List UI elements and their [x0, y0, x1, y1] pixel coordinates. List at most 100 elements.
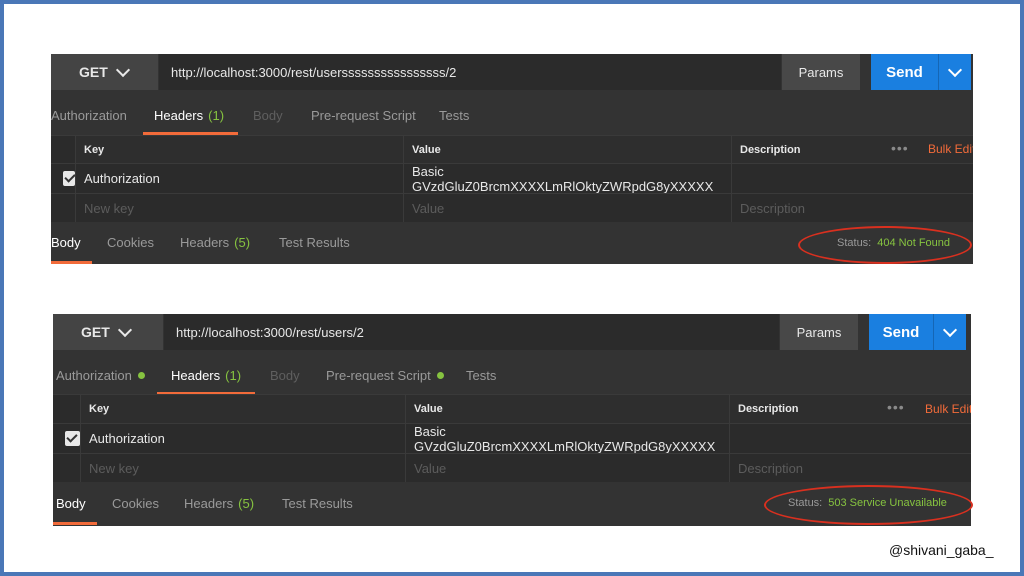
status-dot-icon	[137, 371, 145, 379]
column-value: Value	[403, 136, 731, 163]
method-label: GET	[81, 324, 110, 340]
tab-label: Cookies	[112, 495, 159, 511]
tab-label: Headers	[180, 234, 230, 250]
tab-cookies[interactable]: Cookies	[107, 222, 154, 262]
tab-label: Headers	[171, 367, 221, 383]
chevron-down-icon	[117, 322, 132, 337]
row-checkbox-cell	[51, 194, 75, 222]
send-button[interactable]: Send	[871, 54, 971, 90]
tab-label: Body	[56, 495, 86, 511]
tab-label: Pre-request Script	[311, 107, 416, 123]
chevron-down-icon	[947, 62, 963, 77]
tab-pre-request-script[interactable]: Pre-request Script	[311, 95, 416, 135]
tab-label: Body	[51, 234, 81, 250]
tab-label: Authorization	[56, 367, 132, 383]
tab-response-headers[interactable]: Headers (5)	[180, 222, 250, 262]
column-key: Key	[80, 395, 405, 423]
chevron-down-icon	[942, 322, 958, 337]
new-value-input[interactable]: Value	[403, 194, 731, 222]
new-description-input[interactable]: Description	[731, 194, 973, 222]
params-button[interactable]: Params	[780, 314, 858, 350]
header-key[interactable]: Authorization	[75, 164, 403, 193]
table-row: Authorization Basic GVzdGluZ0BrcmXXXXLmR…	[51, 163, 973, 194]
send-dropdown[interactable]	[938, 54, 971, 90]
checkbox-checked-icon[interactable]	[65, 431, 80, 446]
tab-headers[interactable]: Headers (1)	[154, 95, 224, 135]
tab-label: Pre-request Script	[326, 367, 431, 383]
tab-count: (5)	[238, 495, 255, 511]
method-select[interactable]: GET	[51, 54, 158, 90]
tab-count: (1)	[225, 367, 242, 383]
request-tabs: Authorization Headers (1) Body Pre-reques…	[51, 95, 973, 135]
tab-tests[interactable]: Tests	[439, 95, 469, 135]
check-column	[51, 136, 75, 163]
tab-body[interactable]: Body	[253, 95, 283, 135]
tab-response-headers[interactable]: Headers (5)	[184, 483, 254, 523]
url-input[interactable]: http://localhost:3000/rest/usersssssssss…	[159, 54, 781, 90]
checkbox-checked-icon[interactable]	[63, 171, 75, 186]
method-select[interactable]: GET	[53, 314, 163, 350]
tab-label: Tests	[466, 367, 497, 383]
active-tab-underline	[51, 261, 92, 264]
tab-count: (1)	[208, 107, 225, 123]
bulk-edit-link[interactable]: Bulk Edit	[928, 142, 973, 156]
new-description-input[interactable]: Description	[729, 454, 971, 482]
params-button[interactable]: Params	[782, 54, 860, 90]
header-value[interactable]: Basic GVzdGluZ0BrcmXXXXLmRlOktyZWRpdG8yX…	[403, 164, 731, 194]
header-value[interactable]: Basic GVzdGluZ0BrcmXXXXLmRlOktyZWRpdG8yX…	[405, 424, 729, 454]
active-tab-underline	[53, 522, 97, 525]
new-key-input[interactable]: New key	[75, 194, 403, 222]
row-checkbox-cell	[53, 424, 80, 453]
tab-label: Tests	[439, 107, 470, 123]
send-label: Send	[886, 63, 923, 81]
tab-label: Headers	[154, 107, 204, 123]
send-label: Send	[882, 323, 920, 341]
author-credit: @shivani_gaba_	[889, 542, 994, 558]
more-options-icon[interactable]: •••	[887, 399, 905, 415]
method-label: GET	[79, 64, 108, 80]
status-dot-icon	[436, 371, 444, 379]
send-dropdown[interactable]	[933, 314, 966, 350]
row-checkbox-cell	[51, 164, 75, 193]
request-bar: GET http://localhost:3000/rest/usersssss…	[51, 54, 973, 90]
tab-label: Cookies	[107, 234, 154, 250]
new-key-input[interactable]: New key	[80, 454, 405, 482]
tab-test-results[interactable]: Test Results	[282, 483, 353, 523]
tab-response-body[interactable]: Body	[56, 483, 86, 523]
column-value: Value	[405, 395, 729, 423]
tab-label: Body	[270, 367, 300, 383]
tab-authorization[interactable]: Authorization	[56, 355, 145, 395]
tab-body[interactable]: Body	[270, 355, 300, 395]
send-button[interactable]: Send	[869, 314, 966, 350]
header-key[interactable]: Authorization	[80, 424, 405, 453]
header-description[interactable]	[729, 424, 971, 453]
tab-authorization[interactable]: Authorization	[51, 95, 127, 135]
tab-response-body[interactable]: Body	[51, 222, 81, 262]
check-column	[53, 395, 80, 423]
tab-cookies[interactable]: Cookies	[112, 483, 159, 523]
request-bar: GET http://localhost:3000/rest/users/2 P…	[53, 314, 971, 350]
tab-label: Test Results	[282, 495, 353, 511]
more-options-icon[interactable]: •••	[891, 140, 909, 156]
table-row-new: New key Value Description	[53, 453, 971, 482]
tab-test-results[interactable]: Test Results	[279, 222, 350, 262]
column-key: Key	[75, 136, 403, 163]
table-row-new: New key Value Description	[51, 193, 973, 222]
new-value-input[interactable]: Value	[405, 454, 729, 482]
tab-pre-request-script[interactable]: Pre-request Script	[326, 355, 444, 395]
table-header-row: Key Value Description ••• Bulk Edit	[53, 394, 971, 423]
tab-label: Test Results	[279, 234, 350, 250]
tab-tests[interactable]: Tests	[466, 355, 496, 395]
bulk-edit-link[interactable]: Bulk Edit	[925, 402, 971, 416]
annotation-ellipse	[798, 226, 972, 264]
tab-label: Headers	[184, 495, 234, 511]
url-input[interactable]: http://localhost:3000/rest/users/2	[164, 314, 779, 350]
header-description[interactable]	[731, 164, 973, 193]
chevron-down-icon	[115, 62, 130, 77]
tab-label: Body	[253, 107, 283, 123]
request-tabs: Authorization Headers (1) Body Pre-reques…	[53, 355, 971, 395]
tab-label: Authorization	[51, 107, 127, 123]
table-row: Authorization Basic GVzdGluZ0BrcmXXXXLmR…	[53, 423, 971, 454]
row-checkbox-cell	[53, 454, 80, 482]
tab-headers[interactable]: Headers (1)	[171, 355, 241, 395]
